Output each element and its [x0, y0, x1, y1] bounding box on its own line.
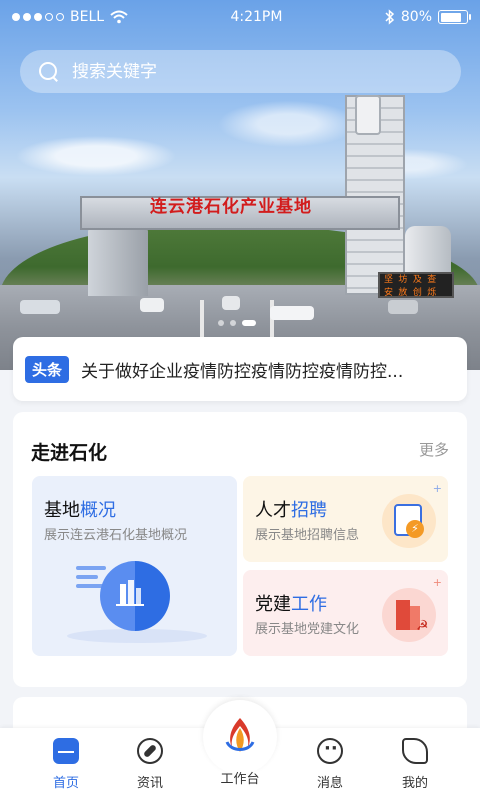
illustration-shadow [67, 629, 207, 643]
nav-item-messages[interactable]: 消息 [300, 738, 360, 791]
headline-tag: 头条 [25, 355, 70, 383]
carousel-dot-active[interactable] [242, 320, 256, 326]
recruit-icon: ⚡ [382, 494, 436, 548]
car [270, 306, 314, 320]
led-sign: 坚 坊 及 查 安 放 创 烁 [378, 272, 454, 298]
nav-label: 消息 [316, 776, 343, 791]
more-link[interactable]: 更多 [419, 439, 449, 460]
signal-icon [12, 13, 64, 21]
nav-item-home[interactable]: 首页 [36, 738, 96, 791]
nav-item-mine[interactable]: 我的 [385, 738, 445, 791]
tile-party-work[interactable]: 党建工作 展示基地党建文化 ☭ + [243, 570, 448, 656]
banner-pillar [88, 226, 148, 296]
car [388, 300, 418, 314]
led-sign-line: 坚 坊 及 查 [384, 275, 437, 285]
party-icon: ☭ [382, 588, 436, 642]
carrier-label: BELL [70, 9, 105, 25]
bluetooth-icon [385, 9, 394, 25]
tile-desc: 展示连云港石化基地概况 [44, 528, 188, 543]
sparkle-icon: + [432, 576, 442, 589]
carousel-dot[interactable] [218, 320, 224, 326]
tile-talent-recruit[interactable]: 人才招聘 展示基地招聘信息 ⚡ + [243, 476, 448, 562]
clock: 4:21PM [230, 9, 283, 25]
section-title: 走进石化 [31, 442, 108, 464]
search-bar[interactable] [20, 50, 461, 93]
compass-icon [137, 738, 163, 764]
headline-text[interactable]: 关于做好企业疫情防控疫情防控疫情防控... [81, 357, 441, 382]
tile-base-overview[interactable]: 基地概况 展示连云港石化基地概况 [32, 476, 237, 656]
building-icon [116, 580, 144, 606]
tile-desc: 展示基地党建文化 [255, 622, 360, 637]
tile-desc: 展示基地招聘信息 [255, 528, 360, 543]
carousel-dot[interactable] [230, 320, 236, 326]
message-icon [317, 738, 343, 764]
carousel-indicator [218, 320, 256, 326]
nav-item-news[interactable]: 资讯 [120, 738, 180, 791]
logo-icon [225, 718, 255, 752]
nav-label: 首页 [52, 776, 79, 791]
headline-bar[interactable]: 头条 关于做好企业疫情防控疫情防控疫情防控... [13, 337, 467, 401]
nav-label: 工作台 [220, 772, 260, 787]
battery-percent: 80% [400, 9, 432, 25]
nav-label: 我的 [401, 776, 428, 791]
search-icon [38, 61, 60, 83]
car [20, 300, 60, 314]
battery-icon [438, 10, 471, 24]
intro-section: 走进石化 更多 基地概况 展示连云港石化基地概况 人才招聘 展示基地招聘信息 ⚡… [13, 412, 467, 687]
wifi-icon [110, 10, 128, 24]
home-icon [53, 738, 79, 764]
banner-tower-top [355, 95, 381, 135]
status-bar: BELL 4:21PM 80% [0, 0, 480, 34]
search-input[interactable] [72, 61, 432, 82]
tile-title: 基地概况 [44, 500, 116, 521]
tile-title: 人才招聘 [255, 500, 327, 521]
car [140, 298, 164, 312]
nav-label: 资讯 [136, 776, 163, 791]
tile-title: 党建工作 [255, 594, 327, 615]
nav-item-workbench[interactable] [203, 700, 277, 774]
sparkle-icon: + [432, 482, 442, 495]
car [222, 296, 240, 310]
gantry-title: 连云港石化产业基地 [150, 197, 312, 217]
leaf-icon [402, 738, 428, 764]
led-sign-line: 安 放 创 烁 [384, 288, 437, 298]
